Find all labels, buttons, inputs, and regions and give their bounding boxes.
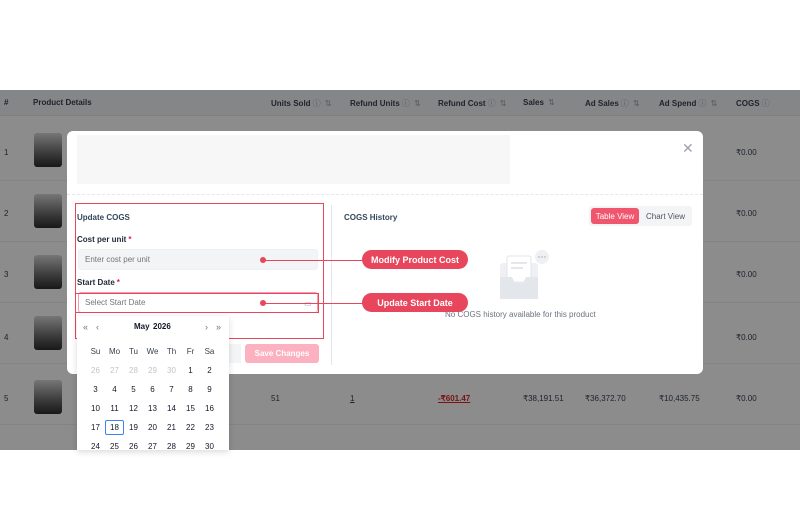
calendar-day[interactable]: 9 <box>200 382 219 397</box>
calendar-day[interactable]: 22 <box>181 420 200 435</box>
calendar-day[interactable]: 30 <box>162 363 181 378</box>
update-cogs-title: Update COGS <box>77 213 130 222</box>
calendar-day[interactable]: 27 <box>105 363 124 378</box>
save-changes-button[interactable]: Save Changes <box>245 344 319 363</box>
calendar-day[interactable]: 25 <box>105 439 124 450</box>
start-date-label: Start Date * <box>77 278 120 287</box>
weekday-label: We <box>146 347 159 356</box>
calendar-day[interactable]: 14 <box>162 401 181 416</box>
divider <box>331 205 332 365</box>
calendar-day[interactable]: 11 <box>105 401 124 416</box>
empty-history-text: No COGS history available for this produ… <box>445 310 596 319</box>
empty-inbox-icon <box>500 250 549 299</box>
weekday-label: Su <box>90 347 101 356</box>
weekday-label: Tu <box>128 347 139 356</box>
calendar-day[interactable]: 26 <box>86 363 105 378</box>
calendar-day[interactable]: 29 <box>143 363 162 378</box>
calendar-day[interactable]: 28 <box>124 363 143 378</box>
update-start-date-callout: Update Start Date <box>362 293 468 312</box>
table-view-button[interactable]: Table View <box>591 208 639 224</box>
calendar-day[interactable]: 10 <box>86 401 105 416</box>
divider <box>67 194 703 195</box>
calendar-day[interactable]: 20 <box>143 420 162 435</box>
calendar-day[interactable]: 8 <box>181 382 200 397</box>
weekday-label: Th <box>166 347 177 356</box>
calendar-day[interactable]: 16 <box>200 401 219 416</box>
calendar-day[interactable]: 15 <box>181 401 200 416</box>
calendar-day[interactable]: 21 <box>162 420 181 435</box>
screenshot-stage: # Product Details Units Sold ⓘ ⇅ Refund U… <box>0 0 800 520</box>
date-picker: « ‹ May 2026 › » Su Mo Tu We Th Fr Sa 26… <box>77 316 229 450</box>
prev-year-icon[interactable]: « <box>83 322 88 332</box>
calendar-day[interactable]: 27 <box>143 439 162 450</box>
calendar-day[interactable]: 4 <box>105 382 124 397</box>
calendar-day[interactable]: 3 <box>86 382 105 397</box>
calendar-day[interactable]: 29 <box>181 439 200 450</box>
callout-line <box>263 302 363 304</box>
modify-product-cost-callout: Modify Product Cost <box>362 250 468 269</box>
calendar-day[interactable]: 13 <box>143 401 162 416</box>
modal-header-banner <box>77 135 510 184</box>
weekday-label: Sa <box>204 347 215 356</box>
next-year-icon[interactable]: » <box>216 322 221 332</box>
calendar-day[interactable]: 1 <box>181 363 200 378</box>
weekday-label: Mo <box>108 347 121 356</box>
callout-line <box>263 259 363 261</box>
calendar-day[interactable]: 2 <box>200 363 219 378</box>
calendar-day-selected[interactable]: 18 <box>105 420 124 435</box>
calendar-month[interactable]: May <box>134 322 150 331</box>
calendar-day[interactable]: 6 <box>143 382 162 397</box>
calendar-day[interactable]: 17 <box>86 420 105 435</box>
next-month-icon[interactable]: › <box>205 322 208 332</box>
weekday-label: Fr <box>186 347 195 356</box>
prev-month-icon[interactable]: ‹ <box>96 322 99 332</box>
view-toggle: Table View Chart View <box>589 206 692 226</box>
calendar-day[interactable]: 12 <box>124 401 143 416</box>
calendar-day[interactable]: 19 <box>124 420 143 435</box>
calendar-day[interactable]: 28 <box>162 439 181 450</box>
cancel-button[interactable] <box>227 344 241 363</box>
calendar-day[interactable]: 23 <box>200 420 219 435</box>
calendar-day[interactable]: 30 <box>200 439 219 450</box>
calendar-day[interactable]: 26 <box>124 439 143 450</box>
calendar-day[interactable]: 5 <box>124 382 143 397</box>
calendar-day[interactable]: 24 <box>86 439 105 450</box>
cost-per-unit-label: Cost per unit * <box>77 235 132 244</box>
close-icon[interactable]: ✕ <box>682 140 694 157</box>
calendar-day[interactable]: 7 <box>162 382 181 397</box>
chart-view-button[interactable]: Chart View <box>641 208 690 224</box>
calendar-year[interactable]: 2026 <box>153 322 171 331</box>
cogs-history-title: COGS History <box>344 213 398 222</box>
